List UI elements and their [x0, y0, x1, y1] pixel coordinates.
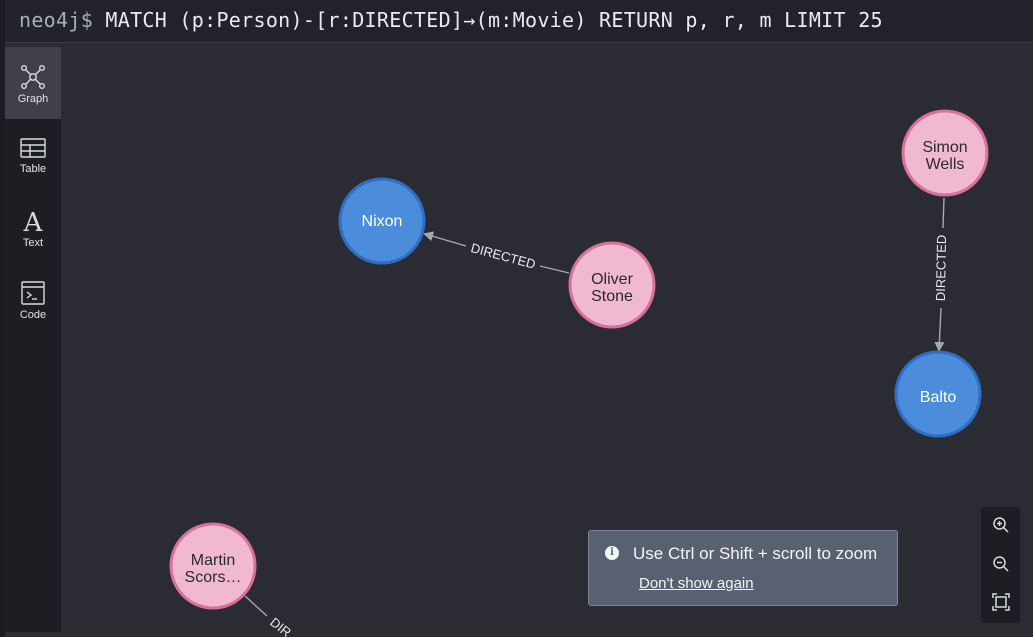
sidebar-item-graph[interactable]: Graph [5, 47, 61, 119]
node-caption-line: Scors… [185, 569, 242, 586]
query-text[interactable]: MATCH (p:Person)-[r:DIRECTED]→(m:Movie) … [105, 8, 882, 32]
svg-text:A: A [23, 208, 44, 234]
sidebar-item-label: Text [22, 237, 44, 249]
relationship-directed[interactable]: DIRECTED [933, 197, 949, 352]
node-person-martin-scorsese[interactable]: Martin Scors… [169, 522, 257, 610]
zoom-hint-message: Use Ctrl or Shift + scroll to zoom [633, 544, 878, 563]
node-movie-balto[interactable]: Balto [894, 350, 982, 438]
graph-icon [21, 65, 46, 90]
node-caption-line: Martin [191, 552, 235, 569]
node-caption-line: Simon [922, 139, 967, 156]
node-caption: Balto [920, 389, 957, 406]
dont-show-again-link[interactable]: Don't show again [639, 575, 754, 592]
text-icon: A [23, 208, 44, 234]
zoom-in-button[interactable] [981, 507, 1020, 545]
sidebar-item-code[interactable]: Code [5, 263, 61, 335]
relationship-directed[interactable]: DIR [244, 595, 294, 637]
sidebar-item-table[interactable]: Table [5, 119, 61, 191]
sidebar-item-label: Table [19, 163, 47, 175]
relationship-label: DIR [267, 614, 294, 637]
node-person-oliver-stone[interactable]: Oliver Stone [568, 241, 656, 329]
zoom-out-icon [992, 556, 1009, 572]
relationship-label: DIRECTED [469, 240, 537, 272]
table-icon [20, 138, 46, 158]
zoom-hint-tooltip: i Use Ctrl or Shift + scroll to zoom Don… [588, 530, 898, 606]
sidebar-item-label: Graph [17, 93, 49, 105]
relationship-directed[interactable]: DIRECTED [423, 231, 570, 274]
node-person-simon-wells[interactable]: Simon Wells [901, 109, 989, 197]
zoom-out-button[interactable] [981, 546, 1020, 584]
relationship-label: DIRECTED [933, 235, 949, 302]
code-icon [21, 281, 45, 305]
sidebar-item-label: Code [19, 309, 47, 321]
node-caption-line: Stone [591, 288, 633, 305]
node-movie-nixon[interactable]: Nixon [338, 177, 426, 265]
zoom-in-icon [992, 517, 1009, 533]
node-caption-line: Oliver [591, 271, 633, 288]
info-icon: i [605, 546, 619, 560]
node-caption-line: Wells [926, 156, 965, 173]
sidebar-item-text[interactable]: A Text [5, 191, 61, 263]
fit-to-screen-button[interactable] [981, 584, 1020, 622]
fit-to-screen-icon [991, 593, 1010, 611]
view-sidebar: Graph Table A Text Code [5, 47, 61, 632]
query-prompt: neo4j$ [19, 8, 94, 32]
zoom-controls [981, 507, 1020, 623]
query-editor[interactable]: neo4j$ MATCH (p:Person)-[r:DIRECTED]→(m:… [5, 0, 1033, 43]
node-caption: Nixon [362, 213, 403, 230]
